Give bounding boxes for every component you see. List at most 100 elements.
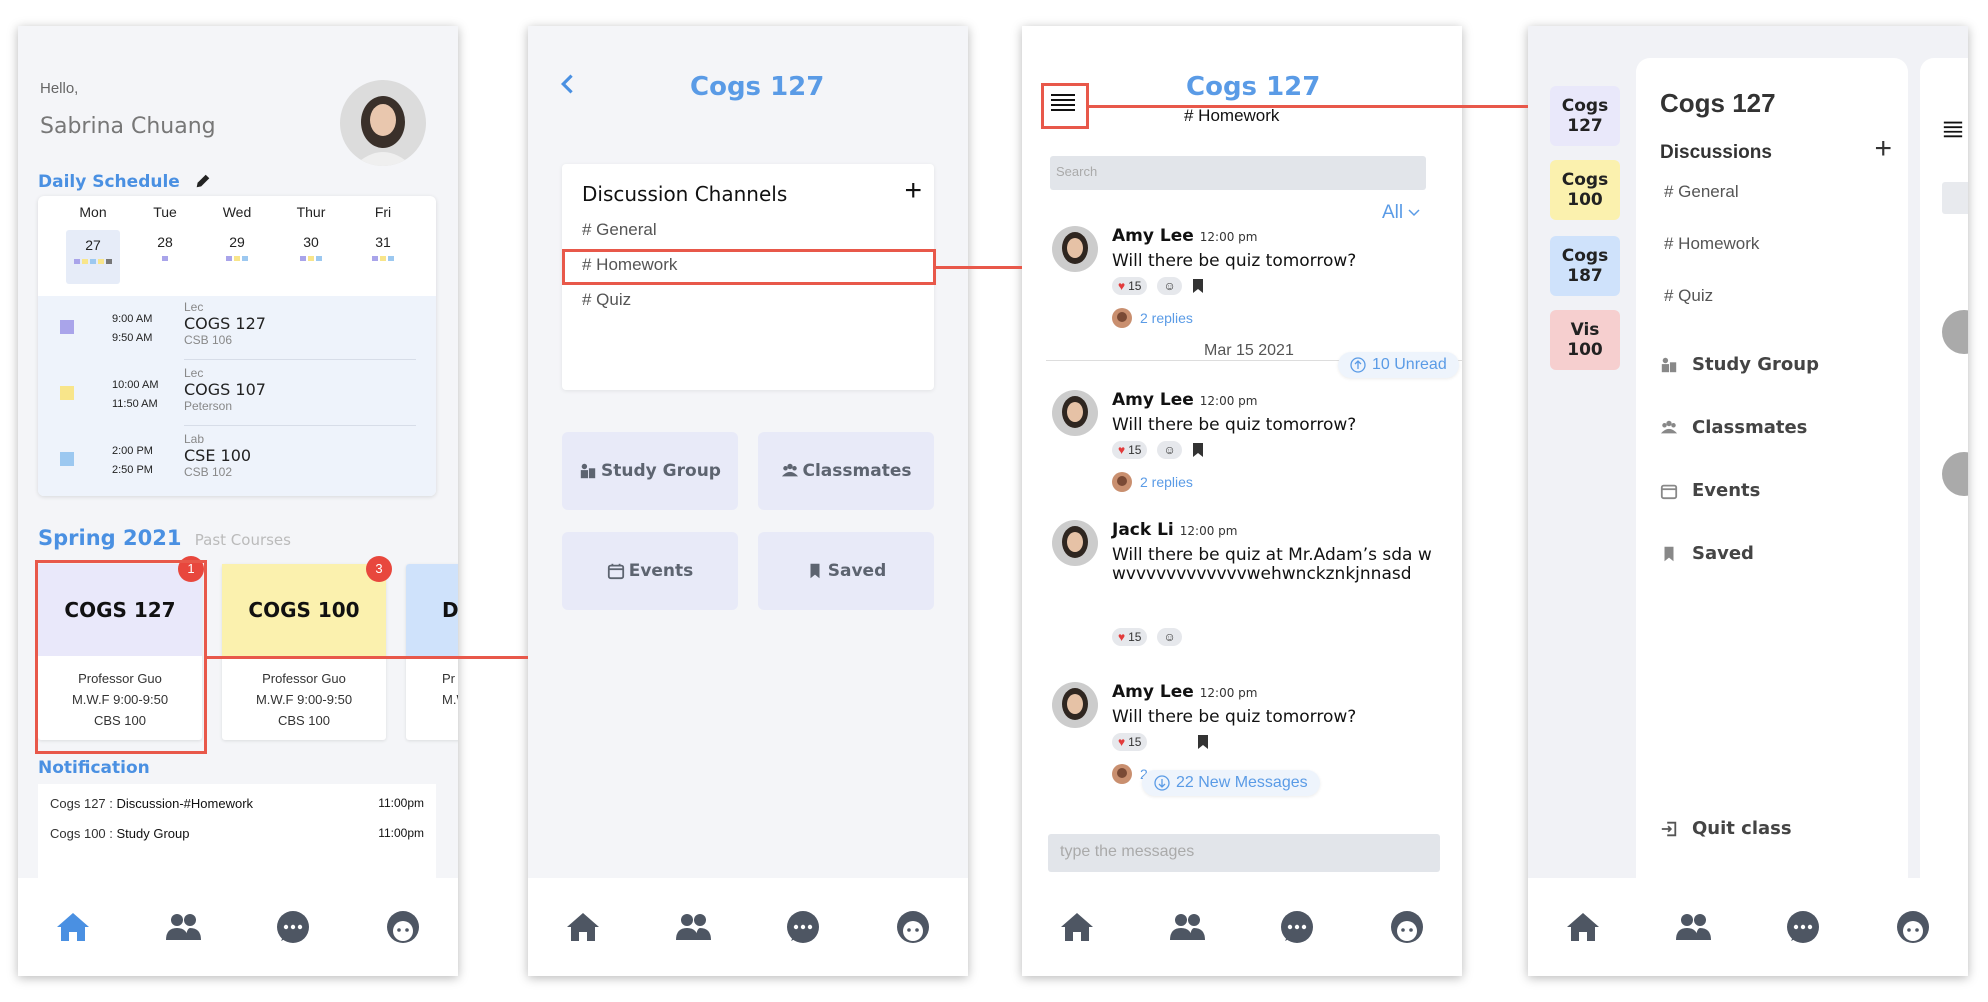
chat-icon[interactable] (273, 907, 313, 947)
course-card-cogs100[interactable]: COGS 100 Professor Guo M.W.F 9:00-9:50 C… (222, 564, 386, 740)
pencil-icon[interactable] (194, 172, 212, 190)
avatar-peek (1942, 310, 1968, 354)
channel-item-quiz[interactable]: # Quiz (1664, 286, 1713, 306)
events-button[interactable]: Events (562, 532, 738, 610)
home-icon[interactable] (53, 907, 93, 947)
home-icon[interactable] (563, 907, 603, 947)
drawer-item-study-group[interactable]: Study Group (1660, 354, 1819, 375)
notification-title: Notification (38, 758, 150, 778)
people-icon[interactable] (1673, 907, 1713, 947)
past-courses-link[interactable]: Past Courses (195, 531, 291, 549)
classmates-button[interactable]: Classmates (758, 432, 934, 510)
class-time: 2:00 PM 2:50 PM (112, 445, 153, 476)
author-avatar[interactable] (1052, 226, 1098, 272)
heart-icon: ♥ (1118, 630, 1126, 644)
chat-icon[interactable] (783, 907, 823, 947)
channel-item-homework[interactable]: # Homework (1664, 234, 1759, 254)
back-chevron-icon[interactable] (556, 72, 580, 96)
course-card-partial[interactable]: D Pr M.W (406, 564, 458, 740)
drawer-item-events[interactable]: Events (1660, 480, 1760, 501)
day-wed[interactable]: Wed 29 (210, 204, 264, 261)
drawer-item-label: Events (1692, 480, 1761, 501)
channel-item-general[interactable]: # General (1664, 182, 1739, 202)
day-thur[interactable]: Thur 30 (284, 204, 338, 261)
channel-item-quiz[interactable]: # Quiz (582, 290, 631, 310)
like-button[interactable]: ♥ 15 (1112, 277, 1148, 295)
author-avatar[interactable] (1052, 682, 1098, 728)
chat-icon[interactable] (1783, 907, 1823, 947)
saved-button[interactable]: Saved (758, 532, 934, 610)
add-channel-button[interactable]: + (904, 176, 922, 206)
people-icon[interactable] (163, 907, 203, 947)
unread-button[interactable]: 10 Unread (1338, 352, 1459, 378)
replies-link[interactable]: 2 replies (1112, 308, 1193, 328)
rail-course-cogs127[interactable]: Cogs 127 (1550, 86, 1620, 146)
class-type: Lab (184, 432, 205, 446)
class-row[interactable]: 2:00 PM 2:50 PM Lab CSE 100 CSB 102 (38, 428, 436, 492)
like-button[interactable]: ♥ 15 (1112, 628, 1148, 646)
notification-item[interactable]: Cogs 100 : Study Group 11:00pm (50, 826, 424, 841)
replier-avatar (1112, 472, 1132, 492)
home-icon[interactable] (1057, 907, 1097, 947)
menu-icon[interactable] (1942, 118, 1964, 140)
message-input[interactable]: type the messages (1048, 834, 1440, 872)
author-name: Jack Li (1112, 520, 1174, 540)
profile-icon[interactable] (1893, 907, 1933, 947)
profile-icon[interactable] (383, 907, 423, 947)
bottom-nav (18, 878, 458, 976)
bookmark-icon[interactable] (1192, 279, 1204, 293)
rail-course-vis100[interactable]: Vis 100 (1550, 310, 1620, 370)
day-mon[interactable]: Mon (66, 204, 120, 220)
reaction-bar: ♥ 15 (1112, 733, 1209, 751)
calendar-icon (1660, 484, 1678, 499)
calendar-icon (607, 563, 624, 580)
new-messages-button[interactable]: 22 New Messages (1142, 770, 1320, 796)
day-mon-selected[interactable]: 27 (66, 230, 120, 284)
notification-card: Cogs 127 : Discussion-#Homework 11:00pm … (38, 784, 436, 884)
add-reaction-icon[interactable]: ☺ (1157, 277, 1182, 295)
term-title: Spring 2021 Past Courses (38, 526, 291, 550)
divider (184, 359, 416, 360)
rail-course-cogs100[interactable]: Cogs 100 (1550, 160, 1620, 220)
replies-count: 2 replies (1140, 310, 1193, 326)
quit-class-button[interactable]: Quit class (1660, 818, 1792, 839)
day-fri[interactable]: Fri 31 (356, 204, 410, 261)
search-input[interactable]: Search (1050, 156, 1426, 190)
add-discussion-button[interactable]: + (1874, 132, 1892, 166)
tile-label: Events (628, 561, 694, 581)
bookmark-icon[interactable] (1192, 443, 1204, 457)
reaction-bar: ♥ 15 ☺ (1112, 441, 1204, 459)
class-room: Peterson (184, 399, 233, 413)
bookmark-icon[interactable] (1197, 735, 1209, 749)
people-icon[interactable] (673, 907, 713, 947)
author-avatar[interactable] (1052, 390, 1098, 436)
chat-icon[interactable] (1277, 907, 1317, 947)
like-count: 15 (1128, 630, 1142, 644)
like-button[interactable]: ♥ 15 (1112, 441, 1148, 459)
drawer-item-classmates[interactable]: Classmates (1660, 417, 1807, 438)
term-label: Spring 2021 (38, 526, 182, 550)
home-icon[interactable] (1563, 907, 1603, 947)
profile-icon[interactable] (893, 907, 933, 947)
replies-link[interactable]: 2 replies (1112, 472, 1193, 492)
like-button[interactable]: ♥ 15 (1112, 733, 1148, 751)
day-tue[interactable]: Tue 28 (138, 204, 192, 261)
study-group-button[interactable]: Study Group (562, 432, 738, 510)
drawer-title: Cogs 127 (1660, 88, 1776, 118)
message-time: 12:00 pm (1199, 686, 1258, 700)
rail-course-cogs187[interactable]: Cogs 187 (1550, 236, 1620, 296)
day-date: 31 (375, 234, 391, 250)
channel-item-general[interactable]: # General (582, 220, 657, 240)
add-reaction-icon[interactable]: ☺ (1157, 441, 1182, 459)
filter-dropdown[interactable]: All (1382, 202, 1420, 224)
class-row[interactable]: 10:00 AM 11:50 AM Lec COGS 107 Peterson (38, 362, 436, 426)
notification-item[interactable]: Cogs 127 : Discussion-#Homework 11:00pm (50, 796, 424, 811)
profile-icon[interactable] (1387, 907, 1427, 947)
class-row[interactable]: 9:00 AM 9:50 AM Lec COGS 127 CSB 106 (38, 296, 436, 360)
profile-avatar[interactable] (340, 80, 426, 166)
notification-course: Cogs 127 : (50, 796, 113, 811)
add-reaction-icon[interactable]: ☺ (1157, 628, 1182, 646)
author-avatar[interactable] (1052, 520, 1098, 566)
drawer-item-saved[interactable]: Saved (1660, 543, 1754, 564)
people-icon[interactable] (1167, 907, 1207, 947)
